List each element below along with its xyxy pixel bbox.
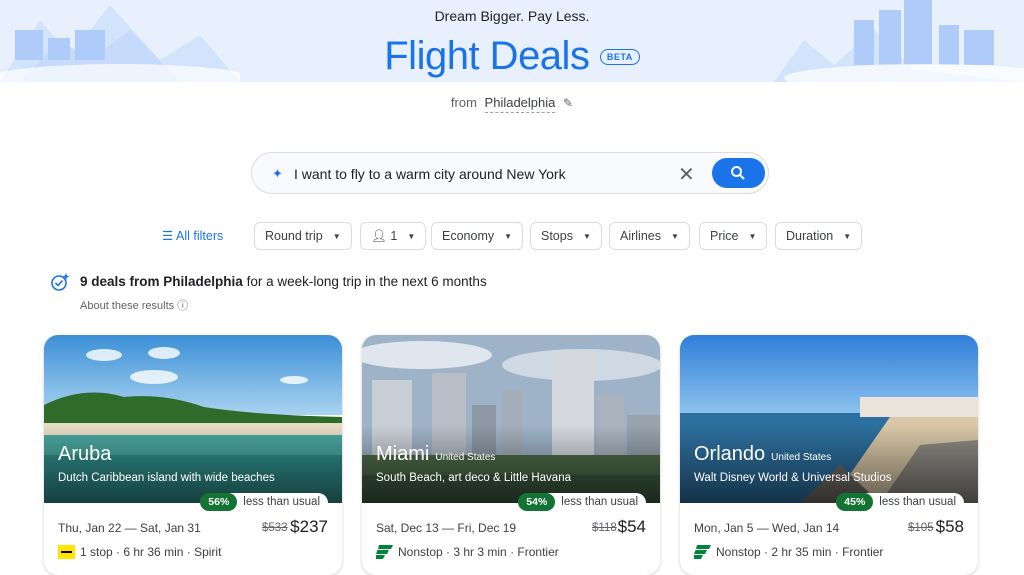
sliders-icon: ☰ — [162, 229, 174, 243]
discount-percent: 54% — [518, 493, 556, 511]
country-name: United States — [771, 452, 832, 463]
caret-down-icon: ▼ — [671, 232, 679, 242]
airlines-dropdown[interactable]: Airlines ▼ — [609, 222, 690, 250]
cabin-label: Economy — [442, 229, 495, 243]
deal-price: $58 — [935, 517, 964, 536]
country-name: United States — [435, 452, 496, 463]
trip-dates: Sat, Dec 13 — Fri, Dec 19 — [376, 521, 517, 535]
frontier-airline-logo-icon — [694, 545, 711, 559]
deal-price: $237 — [290, 517, 328, 536]
results-count: 9 deals from Philadelphia for a week-lon… — [80, 274, 487, 289]
hero-banner: Dream Bigger. Pay Less. Flight Deals BET… — [0, 0, 1024, 82]
stops-dropdown[interactable]: Stops ▼ — [530, 222, 602, 250]
original-price: $533 — [262, 522, 288, 534]
price-label: Price — [710, 229, 739, 243]
passengers-label: 1 — [390, 229, 398, 243]
destination-city: Aruba — [58, 443, 117, 466]
airlines-label: Airlines — [620, 229, 661, 243]
info-icon: ⓘ — [177, 300, 189, 312]
cabin-dropdown[interactable]: Economy ▼ — [431, 222, 524, 250]
flight-duration: 3 hr 3 min — [453, 545, 507, 559]
destination-description: Dutch Caribbean island with wide beaches — [58, 472, 275, 484]
discount-label: less than usual — [879, 496, 956, 508]
search-button[interactable] — [712, 158, 765, 188]
caret-down-icon: ▼ — [748, 232, 757, 242]
destination-description: South Beach, art deco & Little Havana — [376, 472, 571, 484]
airline-name: Spirit — [194, 545, 222, 559]
about-results-label: About these results — [80, 300, 175, 312]
search-input[interactable]: I want to fly to a warm city around New … — [294, 166, 566, 182]
discount-label: less than usual — [561, 496, 638, 508]
trip-type-dropdown[interactable]: Round trip ▼ — [254, 222, 352, 250]
trip-dates: Thu, Jan 22 — Sat, Jan 31 — [58, 521, 201, 535]
discount-badge: 54% less than usual — [518, 493, 646, 513]
origin-city-selector[interactable]: Philadelphia — [484, 95, 556, 113]
discount-percent: 45% — [836, 493, 874, 511]
frontier-airline-logo-icon — [376, 545, 393, 559]
person-icon: 👤︎ — [371, 229, 387, 243]
caret-down-icon: ▼ — [332, 232, 341, 242]
deal-price: $54 — [617, 517, 646, 536]
caret-down-icon: ▼ — [843, 232, 852, 242]
flight-details: Nonstop · 3 hr 3 min · Frontier — [398, 545, 559, 559]
search-icon — [731, 166, 745, 180]
flight-stops: Nonstop — [398, 545, 443, 559]
flight-duration: 2 hr 35 min — [771, 545, 832, 559]
discount-badge: 45% less than usual — [836, 493, 964, 513]
destination-city: Miami United States — [376, 443, 495, 466]
edit-pencil-icon[interactable]: ✎ — [563, 96, 573, 110]
tagline: Dream Bigger. Pay Less. — [434, 8, 590, 24]
destination-city: Orlando United States — [694, 443, 831, 466]
origin-row: from Philadelphia ✎ — [0, 95, 1024, 113]
passengers-dropdown[interactable]: 👤︎ 1 ▼ — [360, 222, 427, 250]
deal-card-miami[interactable]: Miami United States South Beach, art deco… — [362, 335, 660, 575]
trip-dates: Mon, Jan 5 — Wed, Jan 14 — [694, 521, 840, 535]
from-label: from — [450, 95, 477, 110]
results-count-bold: 9 deals from Philadelphia — [80, 274, 243, 289]
title-row: Flight Deals BETA — [0, 34, 1024, 79]
flight-stops: 1 stop — [80, 545, 113, 559]
airline-name: Frontier — [842, 545, 884, 559]
about-results-link[interactable]: About these results ⓘ — [80, 297, 188, 313]
deal-card-aruba[interactable]: Aruba Dutch Caribbean island with wide b… — [44, 335, 342, 575]
stops-label: Stops — [541, 229, 573, 243]
beta-badge: BETA — [599, 48, 640, 65]
page-title: Flight Deals — [384, 34, 590, 78]
city-name: Miami — [376, 443, 430, 465]
clear-icon[interactable]: ✕ — [678, 162, 695, 187]
discount-label: less than usual — [243, 496, 320, 508]
verified-sparkle-icon — [51, 273, 70, 291]
airline-name: Frontier — [517, 545, 559, 559]
deal-card-orlando[interactable]: Orlando United States Walt Disney World &… — [680, 335, 978, 575]
duration-dropdown[interactable]: Duration ▼ — [775, 222, 863, 250]
flight-duration: 6 hr 36 min — [123, 545, 184, 559]
city-name: Orlando — [694, 443, 766, 465]
flight-details: Nonstop · 2 hr 35 min · Frontier — [716, 545, 884, 559]
caret-down-icon: ▼ — [582, 232, 591, 242]
sparkle-icon: ✦ — [272, 166, 283, 181]
duration-label: Duration — [786, 229, 834, 243]
city-name: Aruba — [58, 443, 112, 465]
price-dropdown[interactable]: Price ▼ — [699, 222, 768, 250]
results-count-rest: for a week-long trip in the next 6 month… — [242, 274, 487, 289]
destination-description: Walt Disney World & Universal Studios — [694, 472, 892, 484]
spirit-airline-logo-icon — [58, 545, 75, 559]
flight-details: 1 stop · 6 hr 36 min · Spirit — [80, 545, 222, 559]
caret-down-icon: ▼ — [504, 232, 513, 242]
original-price: $105 — [908, 522, 934, 534]
search-bar[interactable]: ✦ I want to fly to a warm city around Ne… — [251, 152, 769, 194]
discount-percent: 56% — [200, 493, 238, 511]
discount-badge: 56% less than usual — [200, 493, 328, 513]
all-filters-label: All filters — [176, 229, 224, 243]
flight-stops: Nonstop — [716, 545, 761, 559]
original-price: $118 — [592, 522, 617, 534]
trip-type-label: Round trip — [265, 229, 323, 243]
all-filters-button[interactable]: ☰ All filters — [162, 228, 223, 243]
caret-down-icon: ▼ — [407, 232, 416, 242]
